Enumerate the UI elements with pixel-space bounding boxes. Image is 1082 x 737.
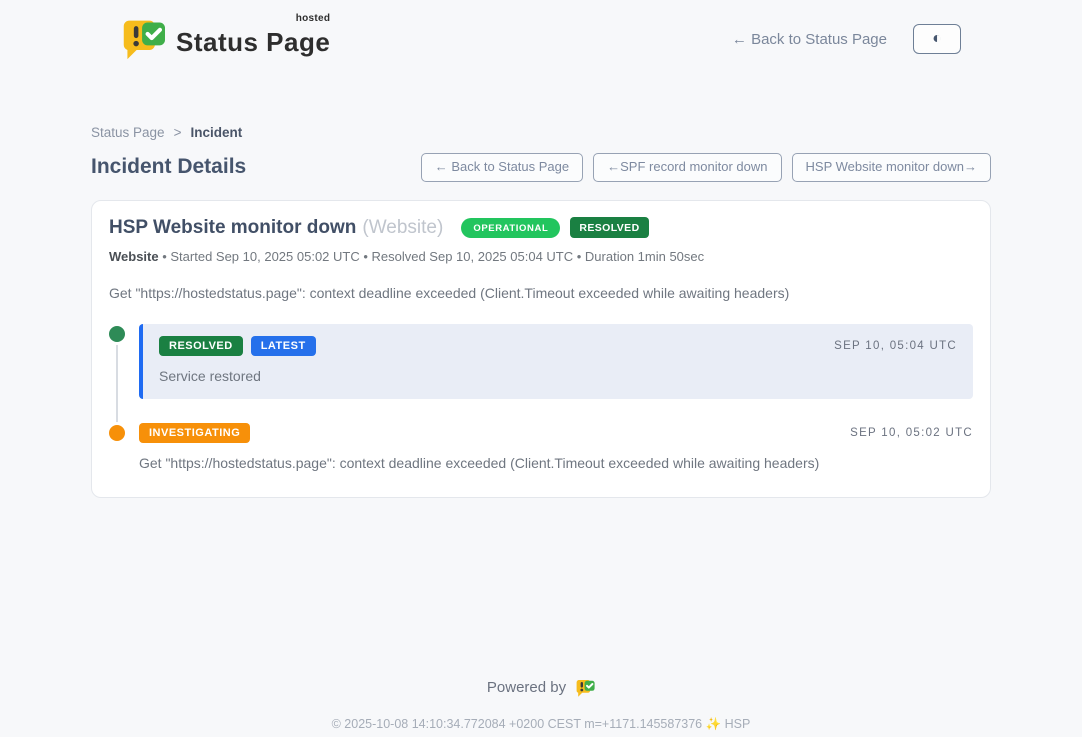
main-content: Status Page > Incident Incident Details … [91, 125, 991, 498]
timeline-entry-resolved: RESOLVED LATEST SEP 10, 05:04 UTC Servic… [109, 324, 973, 399]
powered-by-label: Powered by [487, 679, 566, 696]
prev-incident-button[interactable]: ←SPF record monitor down [593, 153, 781, 182]
powered-by: Powered by [487, 678, 595, 698]
page-title: Incident Details [91, 155, 246, 179]
timeline-timestamp: SEP 10, 05:02 UTC [850, 427, 973, 439]
footer: Powered by © 2025-10-08 14:10:34.772084 … [0, 678, 1082, 732]
incident-meta-details: • Started Sep 10, 2025 05:02 UTC • Resol… [159, 249, 705, 264]
incident-meta: Website • Started Sep 10, 2025 05:02 UTC… [109, 249, 973, 264]
incident-card: HSP Website monitor down (Website) OPERA… [91, 200, 991, 498]
logo-hosted-label: hosted [296, 13, 331, 24]
next-incident-button[interactable]: HSP Website monitor down→ [792, 153, 991, 182]
breadcrumb-incident: Incident [190, 125, 242, 140]
status-page-mini-logo-icon [575, 678, 595, 698]
timeline-message: Service restored [159, 368, 957, 384]
timeline-investigating-badge: INVESTIGATING [139, 423, 250, 443]
copyright-text: © 2025-10-08 14:10:34.772084 +0200 CEST … [0, 717, 1082, 732]
header-back-link[interactable]: ← Back to Status Page [732, 31, 887, 48]
half-circle-icon: ◐ [932, 31, 942, 47]
incident-description: Get "https://hostedstatus.page": context… [109, 285, 973, 301]
header: hosted Status Page ← Back to Status Page… [0, 0, 1082, 62]
investigating-dot-icon [109, 425, 125, 441]
timeline-message: Get "https://hostedstatus.page": context… [139, 455, 973, 471]
incident-title: HSP Website monitor down [109, 217, 356, 239]
resolved-dot-icon [109, 326, 125, 342]
timeline-entry-investigating: INVESTIGATING SEP 10, 05:02 UTC Get "htt… [109, 423, 973, 471]
incident-nav-buttons: ← Back to Status Page ←SPF record monito… [421, 153, 991, 182]
timeline-resolved-badge: RESOLVED [159, 336, 243, 356]
logo-text: Status Page [176, 27, 330, 57]
timeline-timestamp: SEP 10, 05:04 UTC [834, 340, 957, 352]
breadcrumb-separator: > [174, 125, 182, 140]
incident-meta-component: Website [109, 249, 159, 264]
status-page-logo-icon [120, 17, 166, 61]
operational-badge: OPERATIONAL [461, 218, 560, 238]
incident-timeline: RESOLVED LATEST SEP 10, 05:04 UTC Servic… [109, 324, 973, 471]
timeline-entry-latest-box: RESOLVED LATEST SEP 10, 05:04 UTC Servic… [139, 324, 973, 399]
back-to-status-page-button[interactable]: ← Back to Status Page [421, 153, 583, 182]
app-logo[interactable]: hosted Status Page [120, 17, 330, 61]
breadcrumb: Status Page > Incident [91, 125, 991, 140]
theme-toggle-button[interactable]: ◐ [913, 24, 961, 54]
incident-component: (Website) [362, 217, 443, 239]
breadcrumb-status-page[interactable]: Status Page [91, 125, 165, 140]
resolved-badge: RESOLVED [570, 217, 648, 238]
timeline-latest-badge: LATEST [251, 336, 316, 356]
